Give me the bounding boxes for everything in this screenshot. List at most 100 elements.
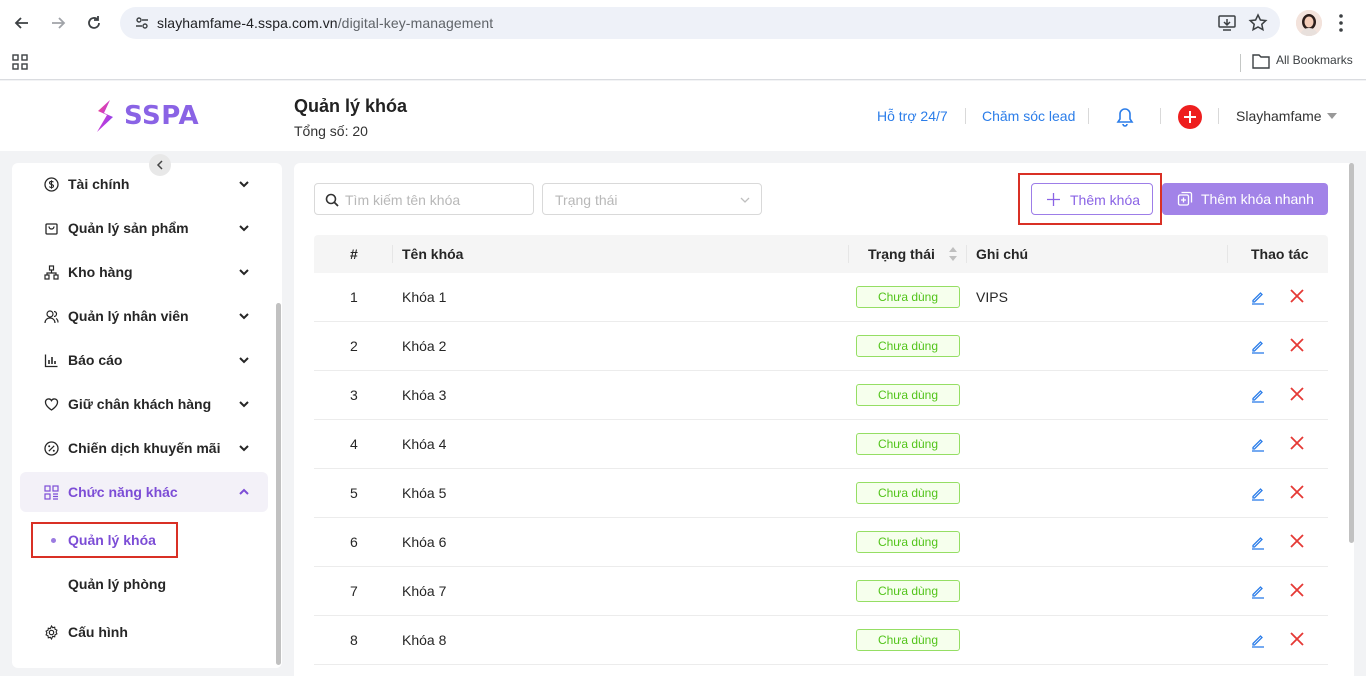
- reload-icon: [88, 16, 100, 29]
- reload-button[interactable]: [82, 11, 106, 35]
- delete-icon[interactable]: [1290, 289, 1304, 303]
- chevron-down-icon: [239, 313, 249, 320]
- status-badge: Chưa dùng: [856, 286, 960, 308]
- delete-icon[interactable]: [1290, 632, 1304, 646]
- forward-button[interactable]: [46, 11, 70, 35]
- page-title: Quản lý khóa: [294, 96, 408, 116]
- bookmarks-divider: [1240, 54, 1241, 72]
- sidebar-item-finance[interactable]: Tài chính: [20, 164, 268, 204]
- edit-icon[interactable]: [1250, 632, 1266, 648]
- user-menu[interactable]: Slayhamfame: [1236, 108, 1322, 124]
- status-select[interactable]: Trạng thái: [542, 183, 762, 215]
- sidebar-collapse-button[interactable]: [149, 154, 171, 176]
- delete-icon[interactable]: [1290, 485, 1304, 499]
- table-row: 8 Khóa 8 Chưa dùng: [314, 616, 1328, 665]
- column-header-name: Tên khóa: [402, 246, 464, 262]
- lead-care-link[interactable]: Chăm sóc lead: [982, 108, 1075, 124]
- status-badge: Chưa dùng: [856, 335, 960, 357]
- bookmark-star-icon[interactable]: [1248, 13, 1268, 33]
- percent-icon: [44, 441, 59, 456]
- table-row: 6 Khóa 6 Chưa dùng: [314, 518, 1328, 567]
- table-row: 2 Khóa 2 Chưa dùng: [314, 322, 1328, 371]
- delete-icon[interactable]: [1290, 338, 1304, 352]
- key-note: VIPS: [976, 289, 1008, 305]
- delete-icon[interactable]: [1290, 387, 1304, 401]
- quick-add-key-button[interactable]: Thêm khóa nhanh: [1162, 183, 1328, 215]
- table-row: 5 Khóa 5 Chưa dùng: [314, 469, 1328, 518]
- row-index: 7: [350, 583, 358, 599]
- sidebar-item-label: Chức năng khác: [68, 484, 178, 500]
- highlight-box: [31, 522, 178, 558]
- sidebar-scrollbar[interactable]: [276, 303, 281, 665]
- chevron-down-icon: [740, 197, 750, 203]
- back-button[interactable]: [10, 11, 34, 35]
- sidebar-item-config[interactable]: Cấu hình: [20, 612, 268, 652]
- sidebar-item-label: Quản lý sản phẩm: [68, 220, 189, 236]
- row-index: 8: [350, 632, 358, 648]
- key-name: Khóa 7: [402, 583, 447, 599]
- sidebar-item-promotions[interactable]: Chiến dịch khuyến mãi: [20, 428, 268, 468]
- bell-icon[interactable]: [1116, 107, 1134, 127]
- caret-down-icon[interactable]: [1327, 113, 1337, 119]
- highlight-box: [1018, 173, 1162, 225]
- sidebar-subitem-room-management[interactable]: Quản lý phòng: [20, 564, 268, 604]
- plus-icon: [1184, 111, 1196, 123]
- main-scrollbar[interactable]: [1349, 163, 1354, 543]
- profile-avatar[interactable]: [1296, 10, 1322, 36]
- sort-icon[interactable]: [948, 245, 958, 263]
- edit-icon[interactable]: [1250, 289, 1266, 305]
- delete-icon[interactable]: [1290, 583, 1304, 597]
- sidebar-item-label: Báo cáo: [68, 352, 123, 368]
- address-bar[interactable]: slayhamfame-4.sspa.com.vn/digital-key-ma…: [120, 7, 1280, 39]
- folder-icon[interactable]: [1252, 53, 1270, 69]
- browser-toolbar: slayhamfame-4.sspa.com.vn/digital-key-ma…: [0, 0, 1366, 46]
- sidebar-item-label: Quản lý nhân viên: [68, 308, 189, 324]
- edit-icon[interactable]: [1250, 485, 1266, 501]
- support-link[interactable]: Hỗ trợ 24/7: [877, 108, 948, 124]
- site-settings-icon[interactable]: [134, 15, 150, 31]
- browser-menu-icon[interactable]: [1338, 12, 1344, 34]
- users-icon: [44, 310, 59, 324]
- delete-icon[interactable]: [1290, 436, 1304, 450]
- sidebar-item-staff[interactable]: Quản lý nhân viên: [20, 296, 268, 336]
- chevron-down-icon: [239, 269, 249, 276]
- column-header-note: Ghi chú: [976, 246, 1029, 262]
- chevron-down-icon: [239, 225, 249, 232]
- edit-icon[interactable]: [1250, 338, 1266, 354]
- chevron-down-icon: [239, 357, 249, 364]
- row-index: 3: [350, 387, 358, 403]
- row-index: 4: [350, 436, 358, 452]
- app-header: SSPA Quản lý khóa Tổng số: 20 Hỗ trợ 24/…: [0, 81, 1366, 151]
- edit-icon[interactable]: [1250, 534, 1266, 550]
- status-badge: Chưa dùng: [856, 384, 960, 406]
- header-divider: [1160, 108, 1161, 124]
- edit-icon[interactable]: [1250, 387, 1266, 403]
- sidebar-item-products[interactable]: Quản lý sản phẩm: [20, 208, 268, 248]
- column-divider: [966, 245, 967, 263]
- all-bookmarks-link[interactable]: All Bookmarks: [1276, 53, 1353, 67]
- column-header-status[interactable]: Trạng thái: [868, 246, 935, 262]
- url-text[interactable]: slayhamfame-4.sspa.com.vn/digital-key-ma…: [157, 15, 493, 31]
- row-index: 1: [350, 289, 358, 305]
- delete-icon[interactable]: [1290, 534, 1304, 548]
- url-domain: slayhamfame-4.sspa.com.vn: [157, 15, 338, 31]
- quick-create-button[interactable]: [1178, 105, 1202, 129]
- sidebar: Tài chính Quản lý sản phẩm Kho hàng Quản…: [12, 163, 282, 668]
- table-row: 7 Khóa 7 Chưa dùng: [314, 567, 1328, 616]
- sidebar-item-other-functions[interactable]: Chức năng khác: [20, 472, 268, 512]
- apps-grid-icon[interactable]: [12, 54, 28, 70]
- sspa-logo-icon: [97, 100, 113, 132]
- edit-icon[interactable]: [1250, 583, 1266, 599]
- cluster-icon: [44, 265, 59, 280]
- sidebar-subitem-label: Quản lý phòng: [68, 576, 166, 592]
- sidebar-item-retention[interactable]: Giữ chân khách hàng: [20, 384, 268, 424]
- sidebar-item-reports[interactable]: Báo cáo: [20, 340, 268, 380]
- row-index: 2: [350, 338, 358, 354]
- search-box[interactable]: [314, 183, 534, 215]
- search-input[interactable]: [345, 190, 525, 210]
- logo[interactable]: SSPA: [94, 98, 199, 134]
- install-app-icon[interactable]: [1217, 13, 1237, 33]
- edit-icon[interactable]: [1250, 436, 1266, 452]
- table-header: # Tên khóa Trạng thái Ghi chú Thao tác: [314, 235, 1328, 273]
- sidebar-item-warehouse[interactable]: Kho hàng: [20, 252, 268, 292]
